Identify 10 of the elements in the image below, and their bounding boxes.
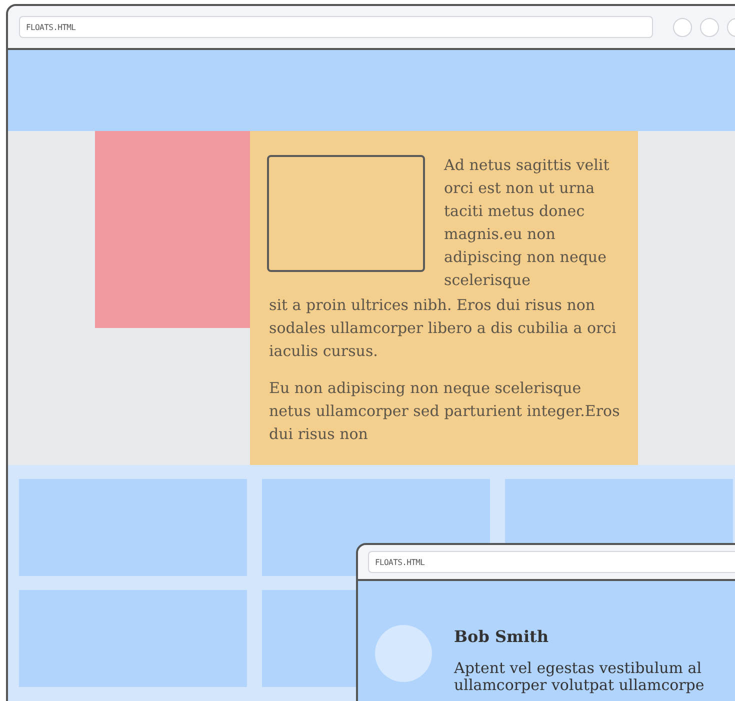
window-control-icon[interactable] [700, 18, 719, 36]
bio-text: ullamcorper volutpat ullamcorpe [454, 677, 704, 694]
paragraph: Ad netus sagittis velit orci est non ut urna taciti metus donec magnis.eu non adipiscing non neque scelerisque [444, 155, 610, 291]
paragraph: sit a proin ultrices nibh. Eros dui risus non sodales ullamcorper libero a dis cubilia a orci iaculis cursus. [269, 295, 618, 362]
address-field[interactable]: FLOATS.HTML [368, 551, 735, 573]
bio-text: Aptent vel egestas vestibulum al [454, 660, 703, 677]
person-name: Bob Smith [454, 627, 550, 646]
window-control-icon[interactable] [673, 18, 692, 36]
paragraph: Eu non adipiscing non neque scelerisque netus ullamcorper sed parturient integer.Eros dui risus non [269, 378, 621, 445]
address-field[interactable]: FLOATS.HTML [19, 16, 653, 38]
